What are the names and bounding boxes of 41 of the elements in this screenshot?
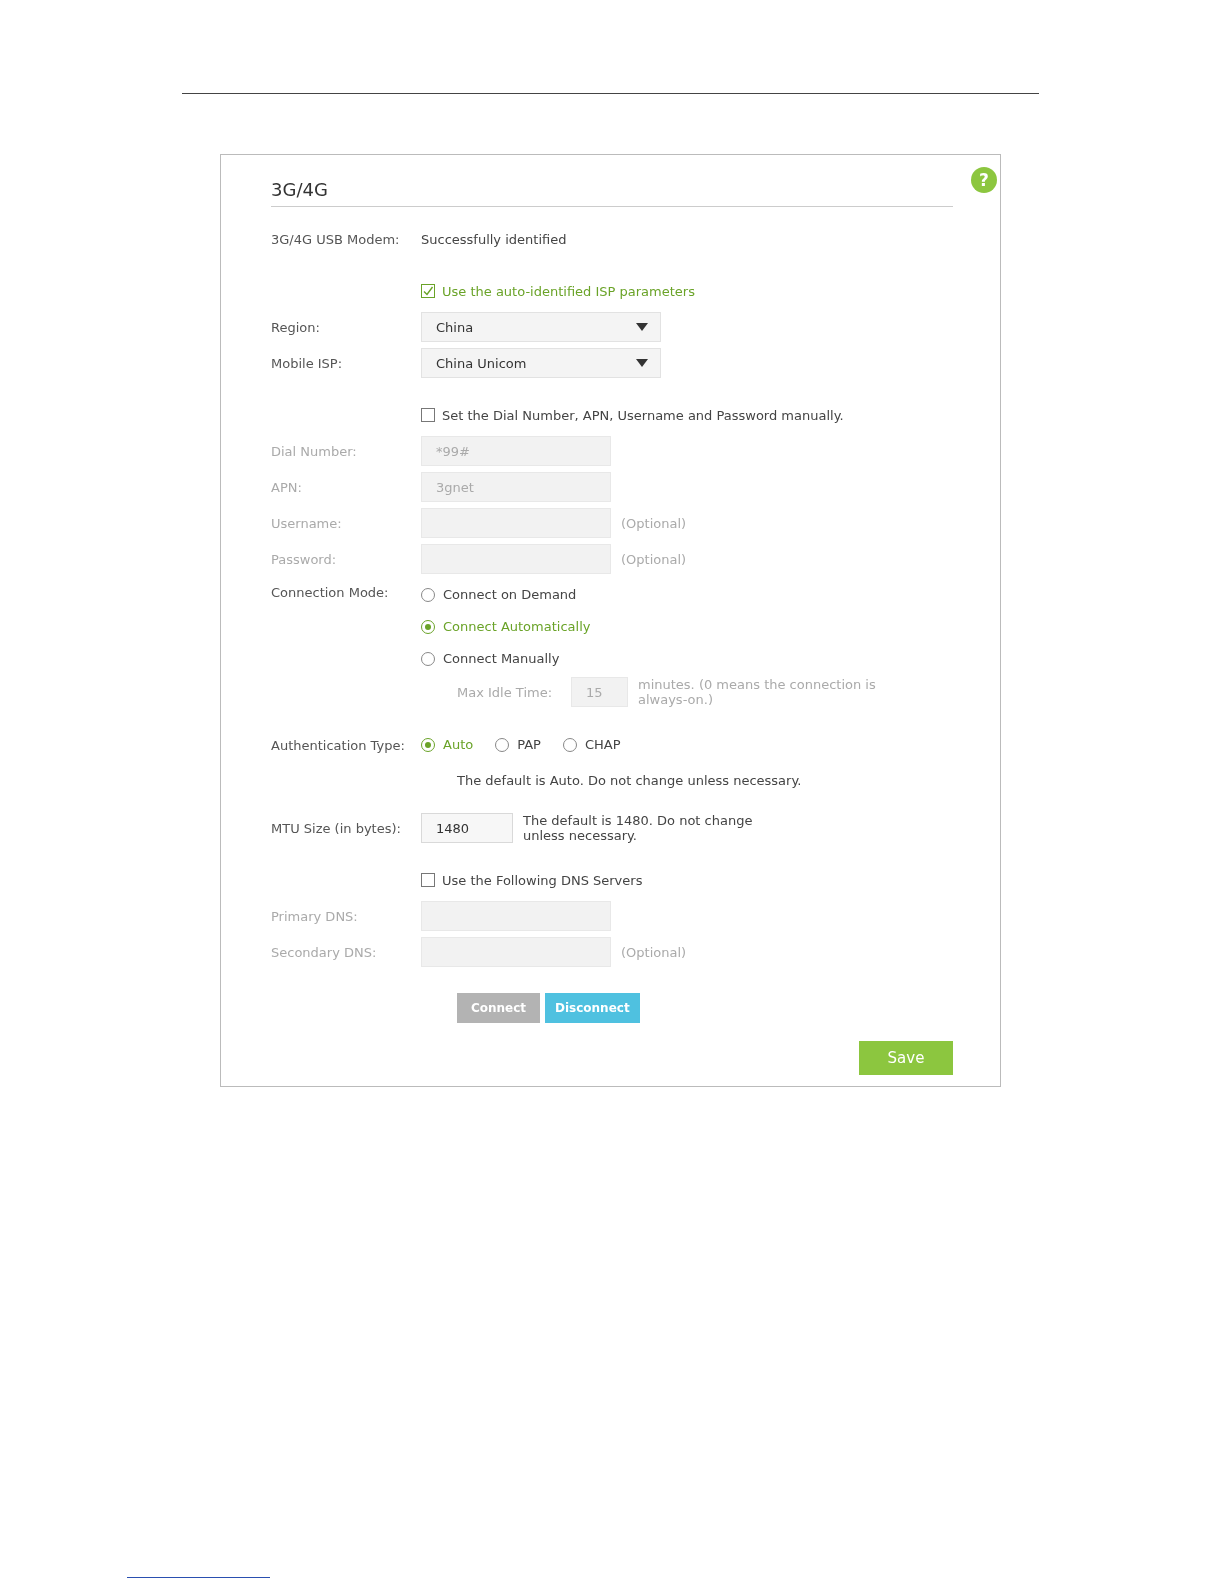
field-label: APN: — [271, 479, 303, 495]
field-label: Username: — [271, 515, 343, 531]
field-label: Secondary DNS: — [271, 944, 378, 960]
field-label: MTU Size (in bytes): — [271, 820, 402, 836]
hint-text: The default is 1480. Do not change unless necessary. — [523, 813, 754, 843]
radio-label: PAP — [517, 737, 541, 752]
radio-label: Connect on Demand — [443, 587, 577, 602]
save-button[interactable]: Save — [859, 1041, 953, 1075]
checkbox-label: Use the auto-identified ISP parameters — [442, 283, 695, 299]
checkbox[interactable] — [421, 873, 435, 887]
input-field[interactable]: 1480 — [421, 813, 513, 843]
radio-label: Auto — [443, 737, 474, 752]
field-label: Authentication Type: — [271, 737, 406, 753]
checkbox-label: Use the Following DNS Servers — [442, 872, 643, 888]
help-button[interactable]: ? — [971, 167, 997, 193]
dropdown[interactable]: China Unicom — [421, 348, 661, 378]
dropdown[interactable]: China — [421, 312, 661, 342]
status-text: Successfully identified — [421, 231, 567, 247]
field-label: Password: — [271, 551, 338, 567]
radio-label: Connect Manually — [443, 651, 560, 666]
checkbox[interactable] — [421, 408, 435, 422]
field-label: Mobile ISP: — [271, 355, 344, 371]
field-label: Region: — [271, 319, 321, 335]
caret-icon — [636, 323, 648, 331]
hint-text: (Optional) — [621, 551, 687, 567]
field-label: 3G/4G USB Modem: — [271, 231, 401, 247]
radio-label: Connect Automatically — [443, 619, 591, 634]
hint-text: (Optional) — [621, 515, 687, 531]
hint-text: The default is Auto. Do not change unless necessary. — [457, 772, 802, 788]
field-label: Primary DNS: — [271, 908, 359, 924]
field-label: Connection Mode: — [271, 584, 390, 600]
checkbox[interactable] — [421, 284, 435, 298]
checkbox-label: Set the Dial Number, APN, Username and Password manually. — [442, 407, 844, 423]
hint-text: (Optional) — [621, 944, 687, 960]
disconnect-button[interactable]: Disconnect — [545, 993, 640, 1023]
field-label: Dial Number: — [271, 443, 358, 459]
caret-icon — [636, 359, 648, 367]
radio-label: CHAP — [584, 737, 621, 752]
field-label: Max Idle Time: — [457, 684, 554, 700]
panel-title: 3G/4G — [271, 175, 953, 207]
hint-text: minutes. (0 means the connection is always-on.) — [638, 677, 877, 707]
